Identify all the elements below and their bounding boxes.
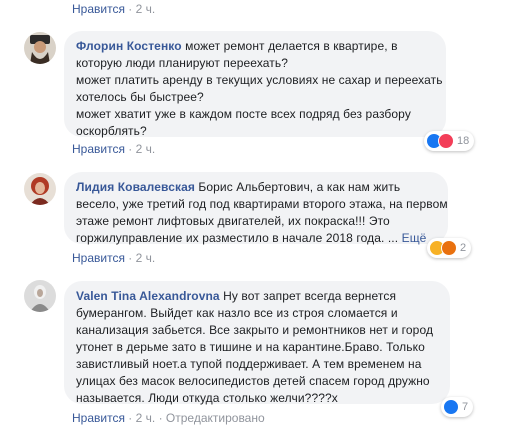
comment-text: канализация забьется. Все закрыто и ремо… <box>76 323 434 337</box>
avatar[interactable] <box>24 280 56 312</box>
comment-text: может платить аренду в текущих условиях … <box>76 73 443 87</box>
comment-text: которую люди планируют переехать? <box>76 56 289 70</box>
reaction-summary[interactable]: 7 <box>441 397 474 417</box>
avatar[interactable] <box>24 32 56 64</box>
edited-label: Отредактировано <box>165 411 265 425</box>
reaction-summary[interactable]: 2 <box>427 238 472 258</box>
separator: · <box>128 251 133 265</box>
comment-bubble: Лидия Ковалевская Борис Альбертович, а к… <box>64 172 448 245</box>
comment-text: оскорблять? <box>76 124 147 138</box>
comment-text: горжилуправление их разместило в начале … <box>76 231 399 245</box>
comment-text: весело, уже третий год под квартирами вт… <box>76 197 448 211</box>
comment-text: завистливый ноет.а тупой поддерживает. А… <box>76 357 422 371</box>
timestamp[interactable]: 2 ч. <box>136 2 156 16</box>
avatar[interactable] <box>24 173 56 205</box>
like-link[interactable]: Нравится <box>72 142 125 156</box>
comment-author[interactable]: Лидия Ковалевская <box>76 180 195 194</box>
comment-text: Ну вот запрет всегда вернется <box>223 289 397 303</box>
separator: · <box>128 142 133 156</box>
angry-icon <box>441 240 457 256</box>
like-link[interactable]: Нравится <box>72 411 125 425</box>
separator: · <box>128 411 133 425</box>
timestamp[interactable]: 2 ч. <box>136 142 156 156</box>
comment-meta-top: Нравится · 2 ч. <box>72 1 155 17</box>
comment-text: этаже ремонт лифтовых двигателей, их пок… <box>76 214 390 228</box>
comment-text: утонет в дерьме зато в тишине и на каран… <box>76 340 425 354</box>
comment-text: хотелось бы быстрее? <box>76 90 204 104</box>
comment-text: улицах без масок велосипедистов детей сп… <box>76 374 430 388</box>
comment-text: может хватит уже в каждом посте всех под… <box>76 107 411 121</box>
comment-text: может ремонт делается в квартире, в <box>185 39 398 53</box>
reaction-count: 18 <box>457 135 470 147</box>
separator: · <box>158 411 163 425</box>
separator: · <box>128 2 133 16</box>
comment-text: бумерангом. Выйдет как назло все из стро… <box>76 306 398 320</box>
comment-meta: Нравится · 2 ч. <box>72 250 155 266</box>
like-icon <box>443 399 459 415</box>
comment-text: называется. Люди откуда столько желчи???… <box>76 391 338 405</box>
comment-meta: Нравится · 2 ч. · Отредактировано <box>72 410 265 426</box>
comment-author[interactable]: Флорин Костенко <box>76 39 182 53</box>
comment-bubble: Valen Tina Alexandrovna Ну вот запрет вс… <box>64 281 450 405</box>
reaction-count: 7 <box>462 401 469 413</box>
timestamp[interactable]: 2 ч. <box>136 411 156 425</box>
like-link[interactable]: Нравится <box>72 2 125 16</box>
timestamp[interactable]: 2 ч. <box>136 251 156 265</box>
comment-bubble: Флорин Костенко может ремонт делается в … <box>64 31 446 138</box>
see-more-link[interactable]: Ещё <box>402 231 427 245</box>
love-icon <box>438 133 454 149</box>
reaction-count: 2 <box>460 242 467 254</box>
comment-meta: Нравится · 2 ч. <box>72 141 155 157</box>
comment-author[interactable]: Valen Tina Alexandrovna <box>76 289 220 303</box>
comment-text: Борис Альбертович, а как нам жить <box>198 180 401 194</box>
reaction-summary[interactable]: 18 <box>424 131 475 151</box>
like-link[interactable]: Нравится <box>72 251 125 265</box>
